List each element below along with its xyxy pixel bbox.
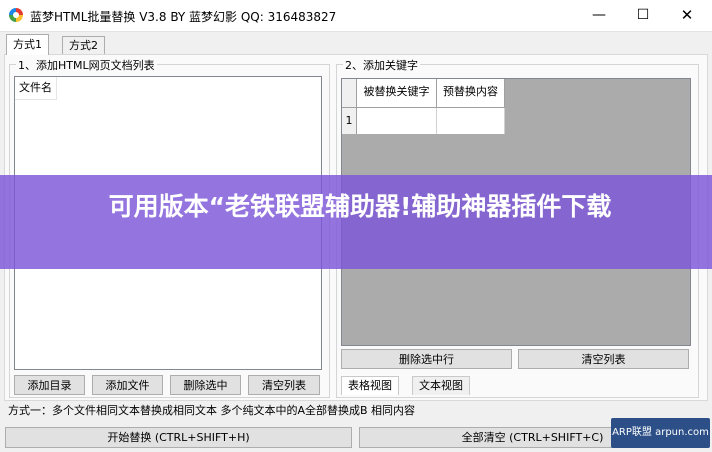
start-replace-button[interactable]: 开始替换 (CTRL+SHIFT+H) — [5, 427, 352, 448]
site-watermark: ARP联盟 arpun.com — [611, 418, 710, 448]
promo-banner-text: 可用版本“老铁联盟辅助器!辅助神器插件下载 — [108, 192, 612, 221]
column-header-keyword[interactable]: 被替换关键字 — [357, 79, 437, 108]
title-bar: 蓝梦HTML批量替换 V3.8 BY 蓝梦幻影 QQ: 316483827 — … — [0, 0, 712, 32]
window-title: 蓝梦HTML批量替换 V3.8 BY 蓝梦幻影 QQ: 316483827 — [30, 10, 337, 24]
minimize-button[interactable]: — — [576, 0, 622, 31]
delete-selected-row-button[interactable]: 删除选中行 — [341, 349, 512, 369]
delete-selected-button[interactable]: 删除选中 — [170, 375, 241, 395]
add-file-button[interactable]: 添加文件 — [92, 375, 163, 395]
file-list-group-title: 1、添加HTML网页文档列表 — [16, 57, 157, 73]
keyword-group-title: 2、添加关键字 — [343, 57, 420, 73]
keyword-cell[interactable] — [357, 108, 437, 134]
replacement-cell[interactable] — [437, 108, 505, 134]
file-name-column-header[interactable]: 文件名 — [15, 77, 57, 100]
app-logo-icon — [9, 8, 23, 22]
clear-keywords-button[interactable]: 清空列表 — [518, 349, 689, 369]
maximize-button[interactable]: ☐ — [620, 0, 666, 31]
close-button[interactable]: ✕ — [664, 0, 710, 31]
tab-mode-1[interactable]: 方式1 — [6, 34, 49, 55]
tab-mode-2[interactable]: 方式2 — [62, 36, 105, 55]
row-header-1[interactable]: 1 — [342, 108, 357, 134]
grid-corner — [342, 79, 357, 108]
column-header-replacement[interactable]: 预替换内容 — [437, 79, 505, 108]
mode-description: 方式一：多个文件相同文本替换成相同文本 多个纯文本中的A全部替换成B 相同内容 — [8, 404, 416, 417]
add-directory-button[interactable]: 添加目录 — [14, 375, 85, 395]
tab-text-view[interactable]: 文本视图 — [412, 376, 470, 395]
clear-list-button[interactable]: 清空列表 — [248, 375, 320, 395]
tab-table-view[interactable]: 表格视图 — [341, 376, 399, 395]
